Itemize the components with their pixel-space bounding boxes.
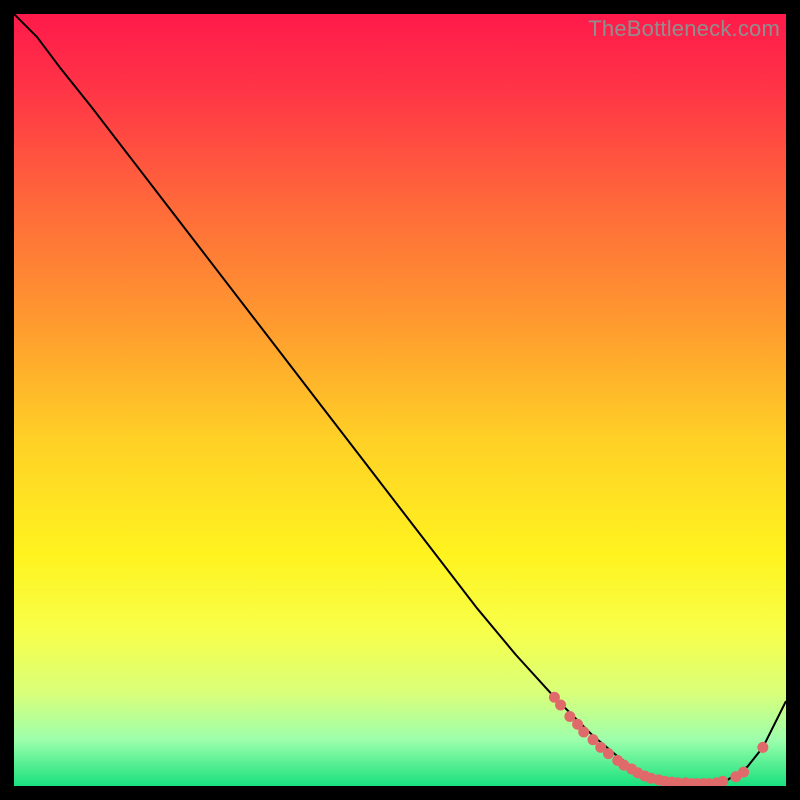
data-point: [757, 742, 768, 753]
data-point: [603, 748, 614, 759]
chart-frame: TheBottleneck.com: [14, 14, 786, 786]
data-point: [555, 699, 566, 710]
data-point: [578, 726, 589, 737]
chart-svg: [14, 14, 786, 786]
watermark-text: TheBottleneck.com: [588, 16, 780, 42]
data-point: [738, 767, 749, 778]
chart-background: [14, 14, 786, 786]
